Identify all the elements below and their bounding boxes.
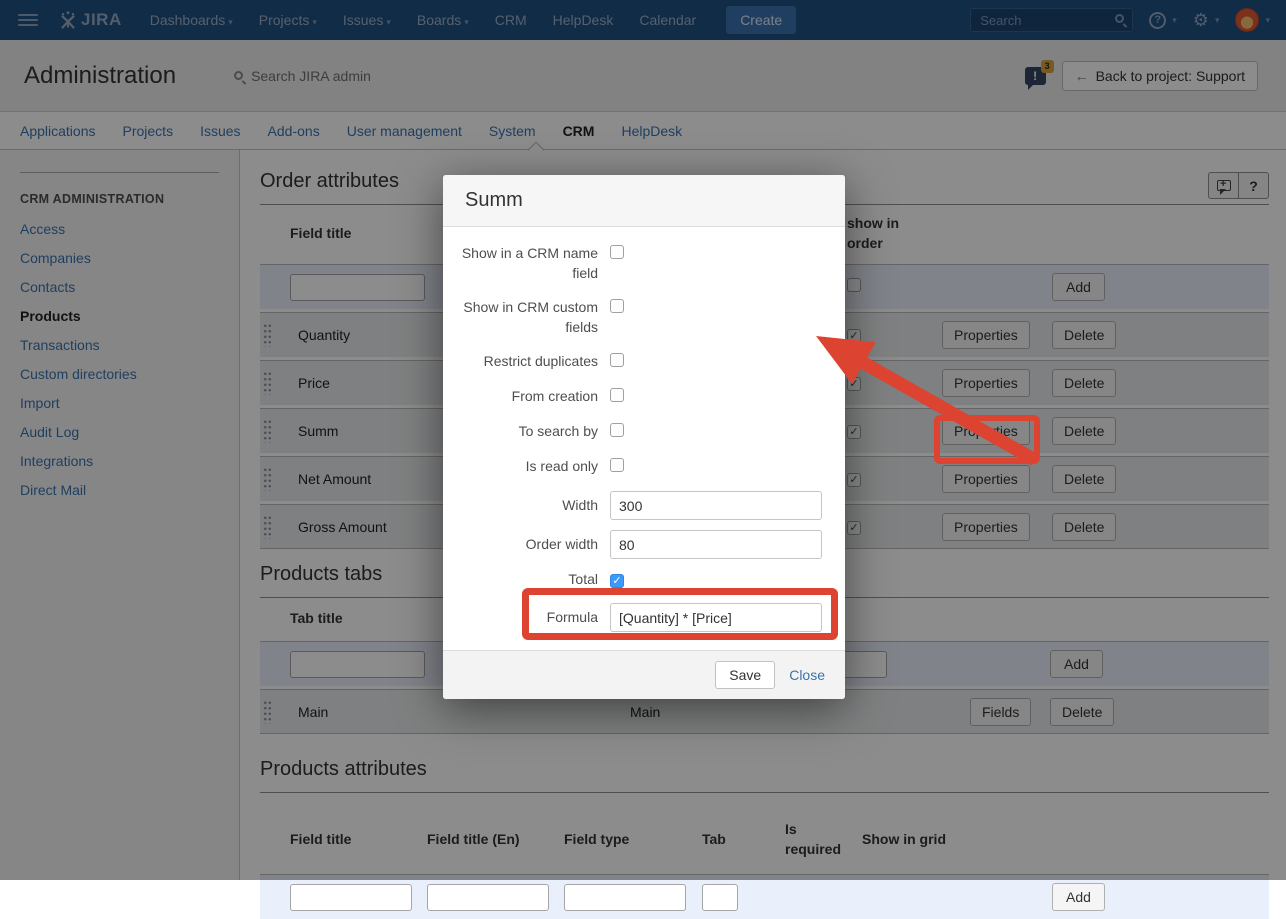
field-label: Show in a CRM name field <box>453 243 598 283</box>
width-input[interactable] <box>610 491 822 520</box>
new-field-title-en-input[interactable] <box>427 884 549 911</box>
from-creation-checkbox[interactable]: ✓ <box>610 388 624 402</box>
field-label: Show in CRM custom fields <box>453 297 598 337</box>
is-read-only-checkbox[interactable]: ✓ <box>610 458 624 472</box>
save-button[interactable]: Save <box>715 661 775 689</box>
add-products-attribute-button[interactable]: Add <box>1052 883 1105 911</box>
restrict-duplicates-checkbox[interactable]: ✓ <box>610 353 624 367</box>
field-label: From creation <box>453 386 598 406</box>
dialog-title: Summ <box>443 175 845 227</box>
to-search-by-checkbox[interactable]: ✓ <box>610 423 624 437</box>
new-tab-input[interactable] <box>702 884 738 911</box>
field-label: To search by <box>453 421 598 441</box>
new-field-title-input[interactable] <box>290 884 412 911</box>
field-label: Width <box>453 492 598 519</box>
summ-properties-dialog: Summ Show in a CRM name field ✓ Show in … <box>443 175 845 699</box>
formula-input[interactable] <box>610 603 822 632</box>
field-label: Formula <box>453 604 598 631</box>
show-in-crm-custom-fields-checkbox[interactable]: ✓ <box>610 299 624 313</box>
order-width-input[interactable] <box>610 530 822 559</box>
new-field-type-input[interactable] <box>564 884 686 911</box>
field-label: Order width <box>453 531 598 558</box>
show-in-crm-name-field-checkbox[interactable]: ✓ <box>610 245 624 259</box>
close-link[interactable]: Close <box>789 667 825 683</box>
products-attributes-add-row: Add <box>260 874 1269 919</box>
total-checkbox[interactable]: ✓ <box>610 574 624 588</box>
field-label: Restrict duplicates <box>453 351 598 371</box>
field-label: Total <box>453 569 598 589</box>
field-label: Is read only <box>453 456 598 476</box>
